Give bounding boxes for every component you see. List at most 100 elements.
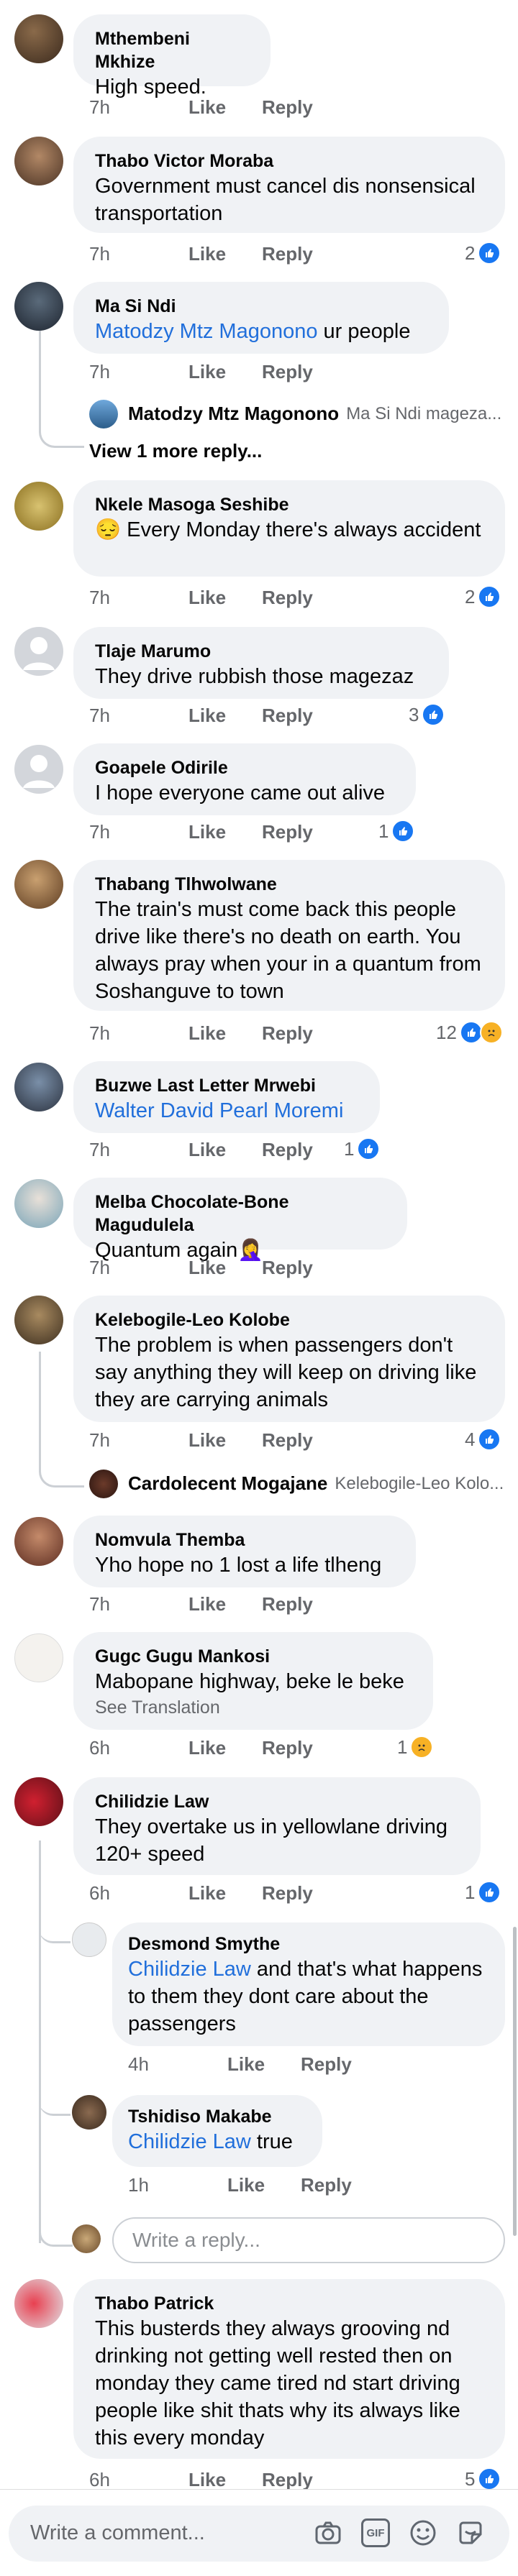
avatar[interactable] xyxy=(14,745,63,794)
mention-link[interactable]: Chilidzie Law xyxy=(128,1958,251,1981)
emoji-icon[interactable] xyxy=(409,2518,437,2547)
reply-button[interactable]: Reply xyxy=(262,96,313,119)
avatar[interactable] xyxy=(72,1922,106,1957)
scrollbar[interactable] xyxy=(513,1927,517,2236)
comment-bubble: Kelebogile-Leo Kolobe The problem is whe… xyxy=(73,1296,505,1422)
gif-icon[interactable]: GIF xyxy=(361,2518,390,2547)
like-button[interactable]: Like xyxy=(188,821,226,843)
comment-author[interactable]: Kelebogile-Leo Kolobe xyxy=(95,1308,483,1331)
like-button[interactable]: Like xyxy=(227,2053,265,2076)
reply-button[interactable]: Reply xyxy=(262,1429,313,1452)
avatar[interactable] xyxy=(14,14,63,63)
reaction-count[interactable]: 1 xyxy=(344,1137,381,1160)
avatar[interactable] xyxy=(14,1777,63,1826)
comment-actions: 7h Like Reply xyxy=(89,243,349,265)
reply-button[interactable]: Reply xyxy=(262,1737,313,1759)
comment-text: The train's must come back this people d… xyxy=(95,898,481,1003)
timestamp: 1h xyxy=(128,2174,149,2196)
see-translation-link[interactable]: See Translation xyxy=(95,1695,412,1720)
comment-author[interactable]: Tlaje Marumo xyxy=(95,640,427,663)
reply-snippet: Ma Si Ndi mageza... xyxy=(346,403,502,423)
reply-button[interactable]: Reply xyxy=(262,2469,313,2491)
reply-button[interactable]: Reply xyxy=(262,361,313,383)
timestamp: 7h xyxy=(89,1139,110,1160)
camera-icon[interactable] xyxy=(314,2518,342,2547)
view-more-replies-link[interactable]: View 1 more reply... xyxy=(89,440,262,462)
like-button[interactable]: Like xyxy=(188,705,226,727)
like-button[interactable]: Like xyxy=(188,2469,226,2491)
reply-button[interactable]: Reply xyxy=(262,1593,313,1615)
avatar[interactable] xyxy=(14,2279,63,2328)
reply-button[interactable]: Reply xyxy=(262,587,313,609)
like-button[interactable]: Like xyxy=(188,361,226,383)
reply-button[interactable]: Reply xyxy=(262,1257,313,1279)
reaction-count[interactable]: 1 xyxy=(465,1881,501,1904)
comment-author[interactable]: Melba Chocolate-Bone Magudulela xyxy=(95,1191,386,1237)
reply-button[interactable]: Reply xyxy=(262,243,313,265)
like-button[interactable]: Like xyxy=(188,1882,226,1905)
comment-author[interactable]: Mthembeni Mkhize xyxy=(95,27,249,73)
reaction-count[interactable]: 4 xyxy=(465,1428,501,1451)
reply-preview[interactable]: Cardolecent Mogajane Kelebogile-Leo Kolo… xyxy=(128,1472,504,1495)
reply-button[interactable]: Reply xyxy=(262,1139,313,1161)
reply-author[interactable]: Tshidiso Makabe xyxy=(128,2105,306,2128)
like-button[interactable]: Like xyxy=(188,587,226,609)
comment-author[interactable]: Thabo Victor Moraba xyxy=(95,150,483,173)
like-button[interactable]: Like xyxy=(188,1139,226,1161)
avatar[interactable] xyxy=(14,1063,63,1111)
comment-author[interactable]: Nkele Masoga Seshibe xyxy=(95,493,483,516)
comment-author[interactable]: Ma Si Ndi xyxy=(95,295,427,318)
reaction-count[interactable]: 3 xyxy=(409,703,445,726)
avatar[interactable] xyxy=(14,1296,63,1344)
comment-author[interactable]: Buzwe Last Letter Mrwebi xyxy=(95,1074,358,1097)
avatar[interactable] xyxy=(14,1633,63,1682)
like-button[interactable]: Like xyxy=(188,1257,226,1279)
reaction-count[interactable]: 1 xyxy=(397,1736,434,1759)
avatar[interactable] xyxy=(14,1179,63,1228)
like-button[interactable]: Like xyxy=(188,1737,226,1759)
like-button[interactable]: Like xyxy=(188,243,226,265)
avatar[interactable] xyxy=(14,137,63,185)
avatar[interactable] xyxy=(14,860,63,909)
reaction-count[interactable]: 2 xyxy=(465,242,501,265)
like-button[interactable]: Like xyxy=(188,1022,226,1045)
avatar[interactable] xyxy=(89,400,118,428)
reply-preview[interactable]: Matodzy Mtz Magonono Ma Si Ndi mageza... xyxy=(128,403,501,425)
like-button[interactable]: Like xyxy=(227,2174,265,2196)
reply-button[interactable]: Reply xyxy=(262,1882,313,1905)
sticker-icon[interactable] xyxy=(456,2518,485,2547)
reply-button[interactable]: Reply xyxy=(301,2174,352,2196)
comment-actions: 7h Like Reply xyxy=(89,1139,349,1161)
comment-author[interactable]: Thabo Patrick xyxy=(95,2292,483,2315)
reply-author[interactable]: Desmond Smythe xyxy=(128,1933,489,1956)
reply-button[interactable]: Reply xyxy=(262,705,313,727)
comment-author[interactable]: Gugc Gugu Mankosi xyxy=(95,1645,412,1668)
avatar[interactable] xyxy=(14,282,63,331)
reply-button[interactable]: Reply xyxy=(262,1022,313,1045)
write-comment-input[interactable]: Write a comment... GIF xyxy=(9,2506,509,2562)
reaction-count[interactable]: 1 xyxy=(378,820,415,843)
mention-link[interactable]: Matodzy Mtz Magonono xyxy=(95,320,317,343)
avatar[interactable] xyxy=(89,1470,118,1498)
like-button[interactable]: Like xyxy=(188,96,226,119)
avatar[interactable] xyxy=(72,2095,106,2130)
like-button[interactable]: Like xyxy=(188,1593,226,1615)
mention-link[interactable]: Chilidzie Law xyxy=(128,2130,251,2153)
mention-link[interactable]: Walter David Pearl Moremi xyxy=(95,1097,358,1124)
comment-text: They drive rubbish those magezaz xyxy=(95,665,414,688)
avatar[interactable] xyxy=(14,482,63,531)
avatar[interactable] xyxy=(14,1517,63,1566)
reaction-count[interactable]: 5 xyxy=(465,2467,501,2490)
reply-button[interactable]: Reply xyxy=(262,821,313,843)
write-reply-input[interactable]: Write a reply... xyxy=(112,2217,505,2263)
avatar[interactable] xyxy=(14,627,63,676)
comment-author[interactable]: Nomvula Themba xyxy=(95,1528,394,1551)
reaction-count[interactable]: 12 xyxy=(436,1021,503,1044)
reaction-count[interactable]: 2 xyxy=(465,585,501,608)
comment-actions: 7h Like Reply xyxy=(89,1593,349,1615)
like-button[interactable]: Like xyxy=(188,1429,226,1452)
comment-author[interactable]: Chilidzie Law xyxy=(95,1790,459,1813)
reply-button[interactable]: Reply xyxy=(301,2053,352,2076)
comment-author[interactable]: Goapele Odirile xyxy=(95,756,394,779)
comment-author[interactable]: Thabang Tlhwolwane xyxy=(95,873,483,896)
